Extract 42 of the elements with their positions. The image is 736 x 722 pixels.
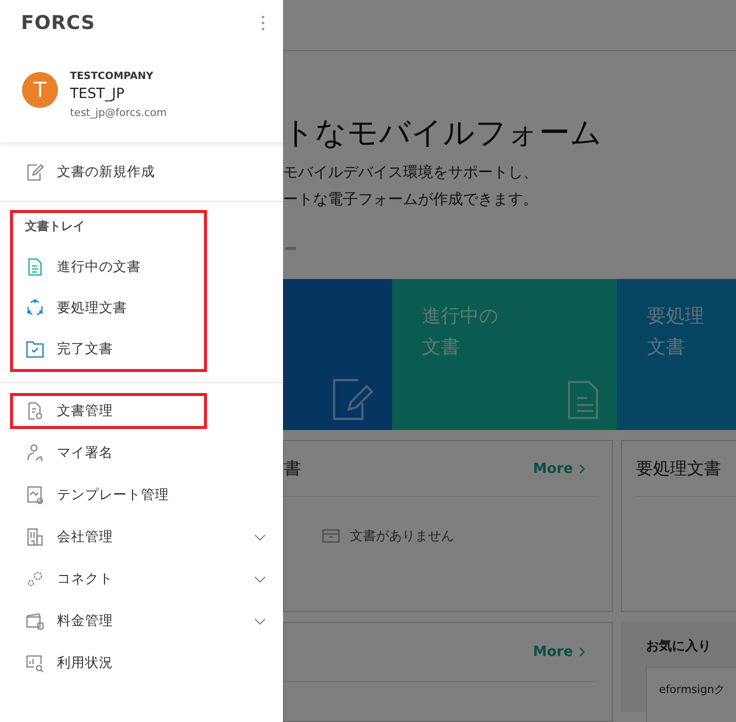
tile-label: 要処理: [647, 304, 705, 329]
shortcut-tile[interactable]: [283, 279, 392, 430]
chevron-right-icon: [579, 647, 585, 657]
user-name: TEST_JP: [70, 85, 126, 104]
folder-check-icon: [25, 338, 45, 358]
empty-message: 文書がありません: [350, 528, 454, 545]
menu-item[interactable]: テンプレート管理: [10, 474, 283, 516]
edit-icon: [25, 162, 45, 182]
menu-item[interactable]: 会社管理: [10, 516, 283, 558]
favorites-title: お気に入り: [646, 638, 712, 655]
menu-item[interactable]: 完了文書: [13, 328, 204, 369]
new-document-item[interactable]: 文書の新規作成: [25, 151, 155, 192]
template-icon: [25, 485, 45, 505]
logo: FORCS: [21, 12, 96, 34]
hero-title: トなモバイルフォーム: [283, 114, 603, 153]
avatar: T: [22, 72, 58, 108]
card-icon: [25, 611, 45, 631]
tile-label: 文書: [422, 335, 461, 360]
hero-text: モバイルデバイス環境をサポートし、: [283, 162, 539, 183]
user-email: test_jp@forcs.com: [70, 106, 167, 121]
building-icon: [25, 527, 45, 547]
chevron-right-icon: [579, 464, 585, 474]
chart-magnifier-icon: [25, 653, 45, 673]
menu-item[interactable]: マイ署名: [10, 432, 283, 474]
tile-label: 進行中の: [422, 304, 499, 329]
menu-item[interactable]: コネクト: [10, 558, 283, 600]
cycle-icon: [25, 298, 45, 318]
card-title: 要処理文書: [636, 458, 721, 480]
inbox-icon: [322, 529, 340, 543]
favorite-item[interactable]: eformsignク: [646, 667, 736, 722]
section-title: 文書トレイ: [24, 218, 86, 235]
more-vertical-icon[interactable]: [261, 15, 265, 31]
menu-item[interactable]: 文書管理: [10, 393, 207, 429]
menu-item[interactable]: 料金管理: [10, 600, 283, 642]
hero-text: ートな電子フォームが作成できます。: [283, 189, 539, 210]
company-name: TESTCOMPANY: [70, 70, 154, 84]
menu-item[interactable]: 進行中の文書: [13, 246, 204, 287]
card-title: 書: [284, 458, 301, 480]
menu-item[interactable]: 利用状況: [10, 642, 283, 684]
signature-icon: [25, 443, 45, 463]
menu-item[interactable]: 要処理文書: [13, 287, 204, 328]
tile-label: 文書: [647, 335, 686, 360]
